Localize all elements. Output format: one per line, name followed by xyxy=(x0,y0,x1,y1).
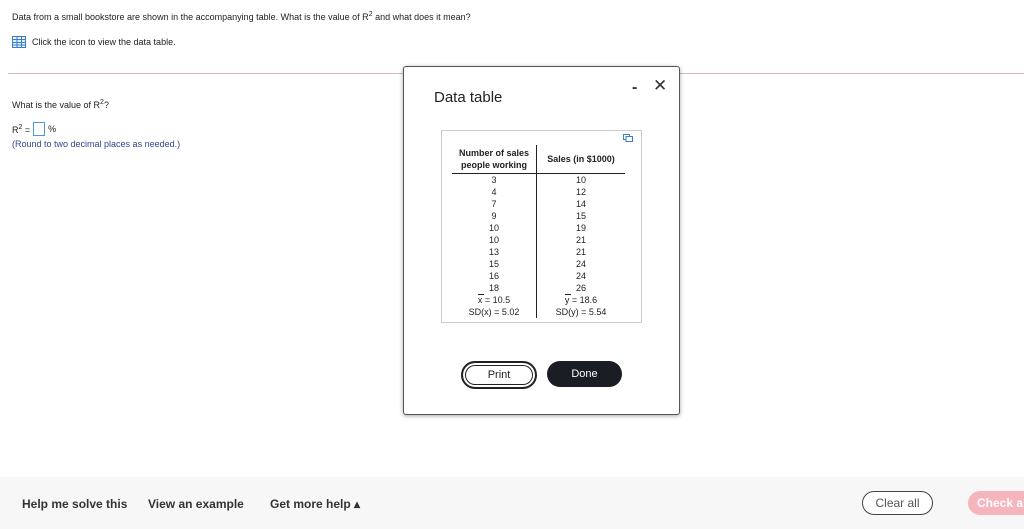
table-row: 4 12 xyxy=(452,186,625,198)
cell: 19 xyxy=(575,223,586,233)
summary-row-mean: x = 10.5 y = 18.6 xyxy=(452,294,625,306)
check-answer-button[interactable]: Check a xyxy=(968,491,1024,515)
question-text: Data from a small bookstore are shown in… xyxy=(12,11,471,22)
cell: 10 xyxy=(452,234,537,246)
cell: 3 xyxy=(452,173,537,186)
cell: 4 xyxy=(452,186,537,198)
summary-row-sd: SD(x) = 5.02 SD(y) = 5.54 xyxy=(452,306,625,318)
view-example-link[interactable]: View an example xyxy=(148,497,244,511)
mean-y: y = 18.6 xyxy=(564,295,598,305)
cell: 14 xyxy=(575,199,586,209)
footer-bar: Help me solve this View an example Get m… xyxy=(0,477,1024,529)
cell: 13 xyxy=(452,246,537,258)
cell: 7 xyxy=(452,198,537,210)
table-row: 15 24 xyxy=(452,258,625,270)
data-table: Number of sales people working Sales (in… xyxy=(452,145,625,318)
answer-input[interactable] xyxy=(33,122,46,136)
cell: 12 xyxy=(575,187,586,197)
header-salespeople: Number of sales people working xyxy=(452,145,537,174)
help-me-solve-link[interactable]: Help me solve this xyxy=(22,497,127,511)
modal-title: Data table xyxy=(434,89,503,106)
get-more-help-link[interactable]: Get more help ▴ xyxy=(270,497,360,511)
table-row: 7 14 xyxy=(452,198,625,210)
close-icon[interactable]: ✕ xyxy=(653,76,667,96)
done-button[interactable]: Done xyxy=(547,361,622,387)
data-table-modal: Data table - ✕ Number of sales people wo… xyxy=(403,66,680,415)
cell: 24 xyxy=(575,271,586,281)
minimize-button[interactable]: - xyxy=(632,79,637,97)
mean-x: x = 10.5 xyxy=(452,294,537,306)
data-table-link-label[interactable]: Click the icon to view the data table. xyxy=(32,37,176,47)
cell: 18 xyxy=(452,282,537,294)
table-row: 9 15 xyxy=(452,210,625,222)
cell: 15 xyxy=(575,211,586,221)
data-table-link[interactable]: Click the icon to view the data table. xyxy=(12,36,176,48)
cell: 16 xyxy=(452,270,537,282)
cell: 26 xyxy=(575,283,586,293)
answer-unit: % xyxy=(48,124,57,134)
table-grid-icon[interactable] xyxy=(12,36,26,48)
cell: 9 xyxy=(452,210,537,222)
answer-label: R2 = xyxy=(12,123,31,135)
answer-row: R2 = % xyxy=(12,122,56,136)
copy-icon[interactable] xyxy=(623,134,633,142)
question-prompt: What is the value of R2? xyxy=(12,99,109,110)
table-frame: Number of sales people working Sales (in… xyxy=(441,130,642,323)
cell: 15 xyxy=(452,258,537,270)
cell: 24 xyxy=(575,259,586,269)
table-row: 10 19 xyxy=(452,222,625,234)
table-row: 13 21 xyxy=(452,246,625,258)
header-sales: Sales (in $1000) xyxy=(536,145,625,174)
cell: 21 xyxy=(575,235,586,245)
cell: 10 xyxy=(575,175,586,185)
print-button[interactable]: Print xyxy=(461,361,537,389)
rounding-hint: (Round to two decimal places as needed.) xyxy=(12,139,181,149)
table-row: 16 24 xyxy=(452,270,625,282)
table-row: 18 26 xyxy=(452,282,625,294)
sd-x: SD(x) = 5.02 xyxy=(452,306,537,318)
cell: 10 xyxy=(452,222,537,234)
sd-y: SD(y) = 5.54 xyxy=(555,307,607,317)
table-row: 3 10 xyxy=(452,173,625,186)
table-row: 10 21 xyxy=(452,234,625,246)
cell: 21 xyxy=(575,247,586,257)
clear-all-button[interactable]: Clear all xyxy=(862,491,933,515)
